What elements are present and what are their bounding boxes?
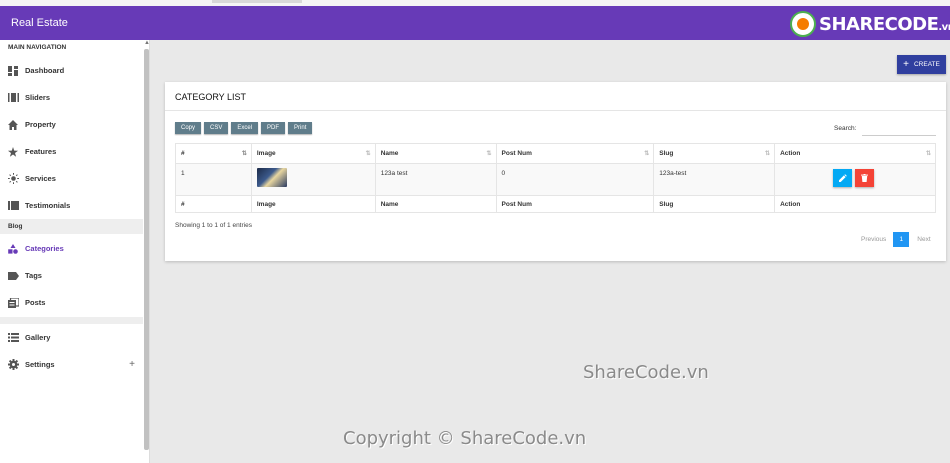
sidebar-item-features[interactable]: Features (0, 138, 143, 165)
previous-page-button[interactable]: Previous (861, 236, 886, 243)
footer-slug: Slug (653, 195, 776, 213)
pencil-icon (838, 174, 847, 182)
sharecode-logo: SHARECODE.vn (790, 10, 950, 38)
scroll-up-arrow-icon[interactable]: ▲ (144, 40, 150, 46)
sidebar-item-label: Sliders (25, 93, 51, 102)
sort-asc-icon: ⇅ (241, 151, 247, 157)
footer-action: Action (774, 195, 936, 213)
scrollbar-thumb[interactable] (144, 49, 149, 450)
sort-icon: ⇅ (925, 151, 931, 157)
sort-icon: ⇅ (765, 151, 771, 157)
category-thumbnail (256, 168, 287, 187)
copy-button[interactable]: Copy (175, 122, 202, 134)
top-navbar: Real Estate SHARECODE.vn (0, 6, 950, 40)
watermark-center: ShareCode.vn (583, 362, 709, 383)
footer-name: Name (374, 195, 497, 213)
sidebar-item-services[interactable]: Services (0, 165, 143, 192)
footer-image: Image (250, 195, 376, 213)
main-navigation-header: MAIN NAVIGATION (8, 44, 67, 51)
sidebar-item-label: Features (25, 147, 57, 156)
column-header-slug[interactable]: Slug ⇅ (653, 143, 776, 164)
sidebar-item-label: Dashboard (25, 66, 65, 75)
sidebar-item-label: Gallery (25, 333, 51, 342)
page-1-button[interactable]: 1 (893, 232, 910, 247)
column-header-image[interactable]: Image ⇅ (250, 143, 376, 164)
trash-icon (861, 174, 869, 182)
sidebar-item-dashboard[interactable]: Dashboard (0, 57, 143, 84)
logo-suffix: .vn (938, 21, 950, 33)
settings-expand-icon[interactable]: + (129, 359, 135, 370)
table-info: Showing 1 to 1 of 1 entries (175, 222, 252, 229)
create-button[interactable]: + CREATE (897, 55, 946, 74)
sidebar-item-property[interactable]: Property (0, 111, 143, 138)
cell-slug: 123a-test (653, 163, 776, 196)
sort-icon: ⇅ (365, 151, 371, 157)
edit-button[interactable] (833, 169, 853, 187)
sidebar-item-label: Services (25, 174, 56, 183)
create-button-label: CREATE (913, 61, 940, 68)
tag-icon (7, 270, 19, 282)
column-header-name[interactable]: Name ⇅ (374, 143, 497, 164)
next-page-button[interactable]: Next (917, 236, 930, 243)
delete-button[interactable] (855, 169, 875, 187)
posts-icon (7, 297, 19, 309)
column-header-post-num[interactable]: Post Num ⇅ (495, 143, 655, 164)
sort-icon: ⇅ (644, 151, 650, 157)
gear-icon (7, 359, 19, 371)
sidebar-item-categories[interactable]: Categories (0, 235, 143, 262)
export-buttons: Copy CSV Excel PDF Print (175, 122, 315, 134)
sidebar-item-tags[interactable]: Tags (0, 262, 143, 289)
csv-button[interactable]: CSV (204, 122, 229, 134)
list-icon (7, 332, 19, 344)
sidebar-item-label: Categories (25, 244, 64, 253)
pdf-button[interactable]: PDF (261, 122, 286, 134)
sidebar-separator (0, 317, 143, 324)
cell-action (774, 163, 936, 196)
watermark-copyright: Copyright © ShareCode.vn (343, 428, 587, 449)
sidebar-item-label: Tags (25, 271, 42, 280)
dashboard-icon (7, 65, 19, 77)
cell-image (250, 163, 376, 196)
sidebar-item-label: Posts (25, 298, 46, 307)
search-input[interactable] (862, 135, 936, 136)
home-icon (7, 119, 19, 131)
cell-post-num: 0 (495, 163, 655, 196)
footer-num: # (175, 195, 252, 213)
sidebar-item-label: Testimonials (25, 201, 71, 210)
sidebar-item-testimonials[interactable]: Testimonials (0, 192, 143, 219)
app-brand[interactable]: Real Estate (11, 17, 68, 29)
sidebar-item-posts[interactable]: Posts (0, 289, 143, 316)
sidebar-item-label: Property (25, 120, 56, 129)
blog-header: Blog (0, 219, 143, 234)
sort-icon: ⇅ (486, 151, 492, 157)
testimonials-icon (7, 200, 19, 212)
footer-post-num: Post Num (495, 195, 655, 213)
sidebar-item-gallery[interactable]: Gallery (0, 324, 143, 351)
sidebar-item-settings[interactable]: Settings + (0, 351, 143, 378)
excel-button[interactable]: Excel (231, 122, 259, 134)
category-list-card: CATEGORY LIST Copy CSV Excel PDF Print S… (165, 82, 946, 261)
logo-badge-icon (790, 11, 816, 37)
sidebar-item-label: Settings (25, 360, 55, 369)
sun-icon (7, 173, 19, 185)
plus-icon: + (903, 59, 909, 70)
card-title: CATEGORY LIST (175, 92, 247, 102)
table-row: 1 123a test 0 123a-test (175, 163, 936, 196)
print-button[interactable]: Print (288, 122, 313, 134)
star-icon (7, 146, 19, 158)
sidebar-item-sliders[interactable]: Sliders (0, 84, 143, 111)
sliders-icon (7, 92, 19, 104)
column-header-num[interactable]: # ⇅ (175, 143, 252, 164)
cell-name: 123a test (374, 163, 497, 196)
sidebar-scrollbar[interactable]: ▲ (144, 40, 150, 450)
cell-num: 1 (175, 163, 252, 196)
category-table: # ⇅ Image ⇅ Name ⇅ Post Num ⇅ Slug ⇅ Action ⇅ … (175, 143, 936, 213)
logo-text: SHARECODE (819, 13, 939, 35)
category-icon (7, 243, 19, 255)
sidebar: MAIN NAVIGATION Dashboard Sliders Proper… (0, 40, 150, 463)
column-header-action[interactable]: Action ⇅ (774, 143, 936, 164)
search-label: Search: (834, 125, 857, 132)
pagination: Previous 1 Next (861, 232, 931, 247)
